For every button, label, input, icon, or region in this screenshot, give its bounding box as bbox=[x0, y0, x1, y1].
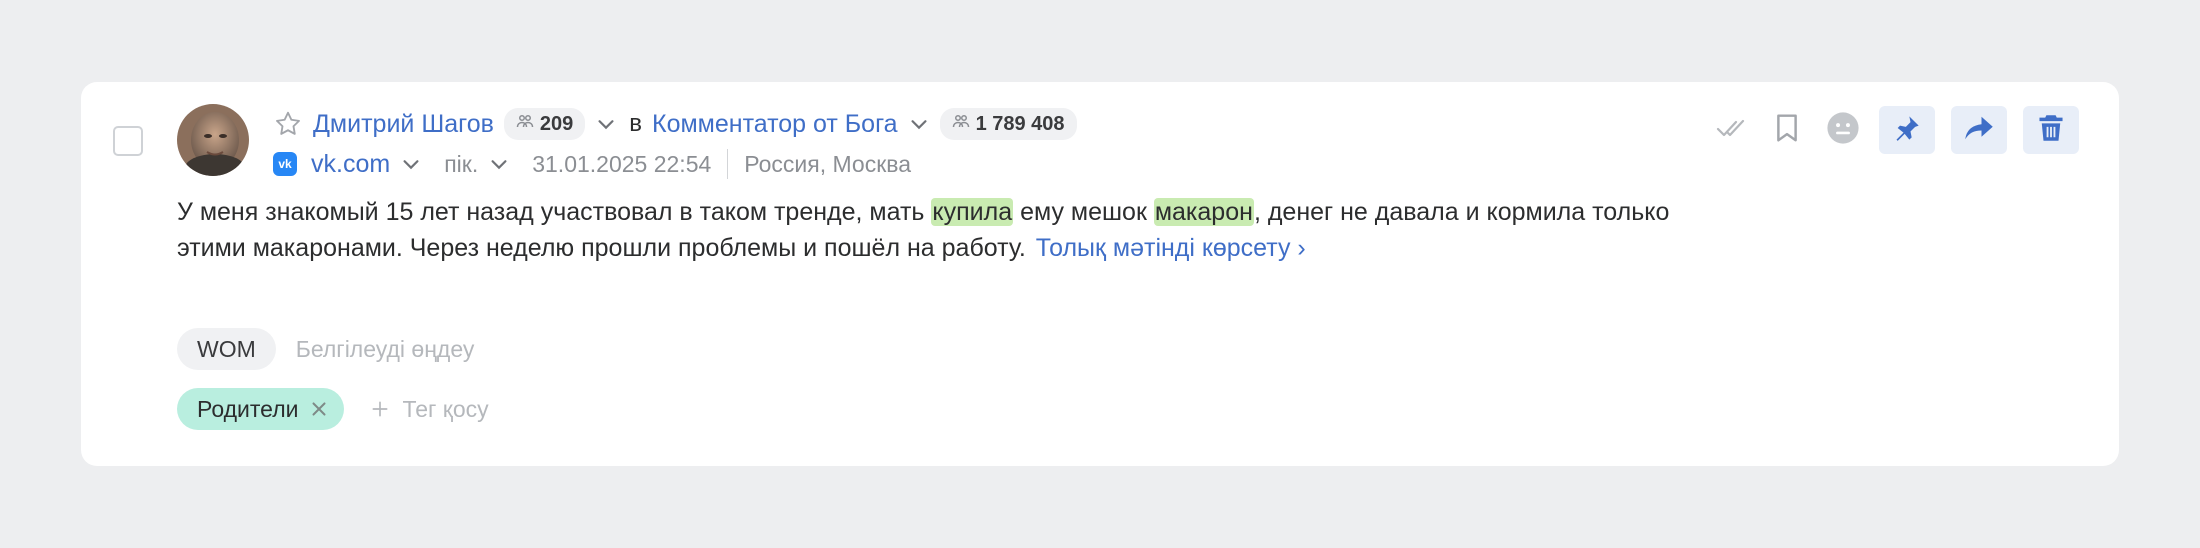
divider bbox=[727, 149, 729, 179]
show-full-text-link[interactable]: Толық мәтінді көрсету › bbox=[1036, 234, 1306, 262]
post-header: Дмитрий Шагов 209 в Комментатор от Бога … bbox=[273, 104, 1077, 144]
community-name[interactable]: Комментатор от Бога bbox=[652, 110, 898, 139]
marker-chip[interactable]: WOM bbox=[177, 328, 276, 370]
chevron-down-icon[interactable] bbox=[488, 153, 510, 175]
add-tag-label: Тег қосу bbox=[402, 395, 489, 422]
close-icon[interactable] bbox=[308, 398, 330, 420]
type-dropdown-label[interactable]: пік. bbox=[444, 151, 478, 178]
share-button[interactable] bbox=[1951, 106, 2007, 154]
community-followers-badge: 1 789 408 bbox=[939, 108, 1077, 140]
check-icon bbox=[1715, 112, 1747, 149]
people-icon bbox=[952, 112, 970, 136]
preposition: в bbox=[629, 110, 643, 137]
bookmark-button[interactable] bbox=[1767, 106, 1807, 154]
plus-icon bbox=[370, 399, 390, 419]
author-followers-count: 209 bbox=[539, 112, 574, 135]
select-checkbox[interactable] bbox=[113, 126, 143, 156]
keyword-highlight: макарон bbox=[1153, 198, 1254, 226]
add-tag-button[interactable]: Тег қосу bbox=[370, 395, 489, 423]
pin-icon bbox=[1893, 114, 1921, 147]
chevron-down-icon[interactable] bbox=[595, 113, 617, 135]
post-location: Россия, Москва bbox=[744, 150, 912, 177]
post-actions bbox=[1711, 106, 2079, 154]
tag-label: Родители bbox=[197, 395, 299, 422]
pin-button[interactable] bbox=[1879, 106, 1935, 154]
people-icon bbox=[516, 112, 534, 136]
post-card: Дмитрий Шагов 209 в Комментатор от Бога … bbox=[81, 82, 2119, 466]
mark-processed-button[interactable] bbox=[1711, 106, 1751, 154]
emoji-icon bbox=[1826, 111, 1860, 150]
post-text: У меня знакомый 15 лет назад участвовал … bbox=[177, 198, 1670, 262]
trash-icon bbox=[2038, 113, 2064, 148]
markers-row: WOM Белгілеуді өңдеу bbox=[177, 328, 474, 370]
tag-chip[interactable]: Родители bbox=[177, 388, 345, 430]
edit-markers-button[interactable]: Белгілеуді өңдеу bbox=[296, 336, 475, 363]
author-followers-badge: 209 bbox=[503, 108, 586, 140]
source-link[interactable]: vk.com bbox=[311, 150, 390, 179]
avatar[interactable] bbox=[177, 104, 249, 176]
share-icon bbox=[1964, 114, 1994, 147]
vk-logo-icon: vk bbox=[273, 152, 297, 176]
chevron-down-icon[interactable] bbox=[400, 153, 422, 175]
bookmark-icon bbox=[1772, 112, 1802, 149]
post-meta: vk vk.com пік. 31.01.2025 22:54 Россия, … bbox=[273, 146, 911, 182]
delete-button[interactable] bbox=[2023, 106, 2079, 154]
tags-row: Родители Тег қосу bbox=[177, 388, 489, 430]
post-datetime[interactable]: 31.01.2025 22:54 bbox=[532, 151, 711, 178]
chevron-down-icon[interactable] bbox=[908, 113, 930, 135]
star-icon[interactable] bbox=[273, 109, 303, 139]
keyword-highlight: купила bbox=[931, 198, 1014, 226]
author-name[interactable]: Дмитрий Шагов bbox=[313, 110, 494, 139]
community-followers-count: 1 789 408 bbox=[975, 112, 1065, 135]
sentiment-button[interactable] bbox=[1823, 106, 1863, 154]
